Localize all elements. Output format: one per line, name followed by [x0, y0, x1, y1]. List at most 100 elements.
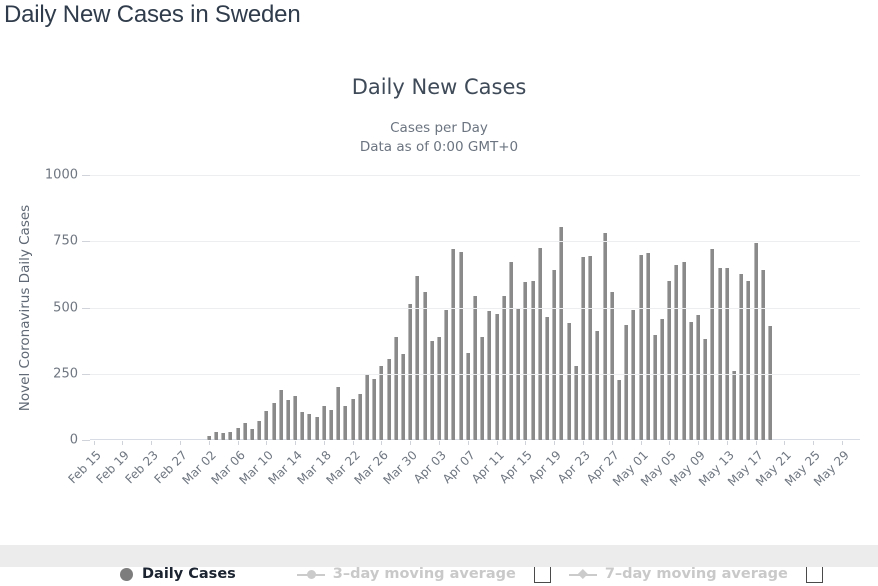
bar[interactable] [703, 339, 708, 440]
x-tick-mark [151, 441, 153, 445]
x-tick-mark [496, 441, 498, 445]
bar[interactable] [523, 282, 528, 440]
bar[interactable] [487, 311, 492, 440]
bar[interactable] [595, 331, 600, 440]
bar[interactable] [451, 249, 456, 440]
bar[interactable] [307, 413, 312, 440]
bar[interactable] [228, 432, 233, 440]
bar[interactable] [221, 433, 226, 440]
bar[interactable] [710, 249, 715, 440]
bar[interactable] [365, 373, 370, 440]
bar[interactable] [559, 226, 564, 440]
bar[interactable] [494, 314, 499, 440]
bar[interactable] [249, 429, 254, 440]
bar[interactable] [386, 359, 391, 440]
bar[interactable] [624, 324, 629, 440]
bar[interactable] [753, 242, 758, 440]
bar[interactable] [544, 316, 549, 440]
bar[interactable] [444, 310, 449, 440]
bar[interactable] [393, 336, 398, 440]
bar[interactable] [501, 295, 506, 440]
bar[interactable] [681, 262, 686, 440]
bar[interactable] [552, 270, 557, 440]
bar[interactable] [609, 291, 614, 440]
bar[interactable] [674, 265, 679, 440]
x-tick-mark [323, 441, 325, 445]
legend-checkbox-3day-moving-average[interactable] [533, 565, 551, 583]
bar[interactable] [588, 255, 593, 440]
bar[interactable] [422, 291, 427, 440]
x-tick-mark [813, 441, 815, 445]
y-tick-mark [82, 373, 90, 375]
bar[interactable] [688, 322, 693, 440]
bar[interactable] [746, 281, 751, 440]
bar[interactable] [652, 335, 657, 440]
bar[interactable] [732, 371, 737, 440]
plot-area: 0 250 500 750 1000 [45, 168, 860, 448]
x-tick-mark [352, 441, 354, 445]
bar[interactable] [660, 319, 665, 440]
x-tick-mark [640, 441, 642, 445]
bar[interactable] [408, 303, 413, 440]
bar[interactable] [213, 432, 218, 440]
bar[interactable] [357, 393, 362, 440]
bar[interactable] [278, 389, 283, 440]
bar[interactable] [717, 267, 722, 440]
bar[interactable] [437, 336, 442, 440]
x-tick-mark [669, 441, 671, 445]
bar[interactable] [329, 409, 334, 440]
bar[interactable] [573, 365, 578, 440]
chart-subtitle-line-2: Data as of 0:00 GMT+0 [359, 139, 519, 155]
bar[interactable] [696, 315, 701, 440]
bar[interactable] [336, 387, 341, 440]
bar[interactable] [285, 400, 290, 440]
bar[interactable] [537, 247, 542, 440]
bar[interactable] [350, 398, 355, 440]
bar[interactable] [580, 257, 585, 440]
bar[interactable] [343, 405, 348, 440]
bar[interactable] [638, 254, 643, 440]
bar[interactable] [206, 436, 211, 440]
chart-title: Daily New Cases [351, 75, 527, 99]
bar[interactable] [264, 410, 269, 440]
bar[interactable] [379, 365, 384, 440]
bar[interactable] [566, 323, 571, 440]
bar[interactable] [530, 281, 535, 440]
bar[interactable] [300, 412, 305, 440]
bar[interactable] [458, 251, 463, 440]
x-tick-mark [726, 441, 728, 445]
bar[interactable] [616, 380, 621, 440]
bar[interactable] [415, 275, 420, 440]
x-tick-mark [554, 441, 556, 445]
x-tick-mark [582, 441, 584, 445]
bar[interactable] [465, 352, 470, 440]
bar[interactable] [602, 233, 607, 440]
bar[interactable] [314, 417, 319, 440]
bar[interactable] [760, 270, 765, 440]
legend-checkbox-7day-moving-average[interactable] [805, 565, 823, 583]
bar[interactable] [480, 336, 485, 440]
bar[interactable] [257, 421, 262, 440]
bar[interactable] [645, 253, 650, 440]
bar[interactable] [768, 326, 773, 440]
bar[interactable] [401, 353, 406, 440]
bar[interactable] [235, 428, 240, 440]
bar[interactable] [372, 379, 377, 440]
bar[interactable] [321, 405, 326, 440]
bar[interactable] [508, 262, 513, 440]
bar[interactable] [242, 422, 247, 440]
bar[interactable] [631, 310, 636, 440]
bar[interactable] [271, 402, 276, 440]
y-tick-label: 250 [53, 366, 78, 382]
bar[interactable] [429, 340, 434, 440]
page-title: Daily New Cases in Sweden [4, 1, 301, 28]
bar[interactable] [739, 274, 744, 440]
bar[interactable] [724, 267, 729, 440]
bar[interactable] [293, 396, 298, 440]
y-axis-title-text: Novel Coronavirus Daily Cases [17, 204, 34, 411]
x-tick-mark [179, 441, 181, 445]
bar[interactable] [667, 281, 672, 440]
bar[interactable] [473, 295, 477, 440]
x-tick-mark [467, 441, 469, 445]
page-root: Daily New Cases in Sweden Daily New Case… [0, 0, 878, 583]
